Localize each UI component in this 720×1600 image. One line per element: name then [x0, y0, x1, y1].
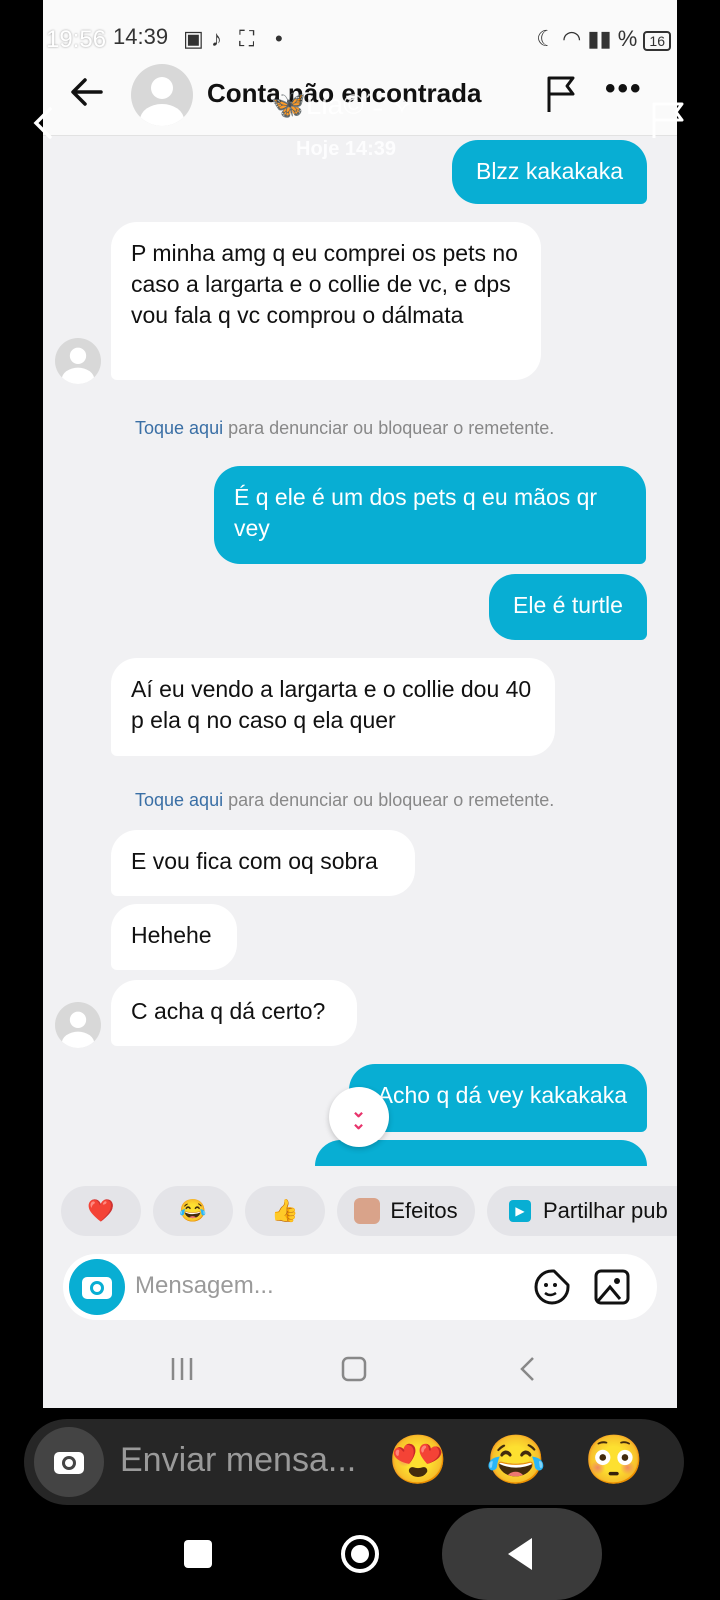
thumbs-up-icon: 👍 [271, 1198, 299, 1223]
circle-home-icon[interactable] [338, 1532, 382, 1576]
share-post-button[interactable]: ▶ Partilhar pub [487, 1186, 677, 1236]
laughing-emoji-icon: 😂 [179, 1198, 207, 1223]
sender-avatar[interactable] [55, 338, 101, 384]
thumbs-up-reaction-button[interactable]: 👍 [245, 1186, 325, 1236]
more-options-icon[interactable]: ••• [605, 72, 643, 106]
back-icon[interactable] [513, 1354, 543, 1384]
message-text: Ele é turtle [513, 592, 623, 618]
message-bubble-out[interactable]: Ele é turtle [489, 574, 647, 640]
effects-label: Efeitos [390, 1198, 458, 1223]
chat-header: Conta não encontrada 🦋Lia©ˊ˗ ✧ ••• [43, 58, 677, 136]
status-time-secondary: 14:39 [113, 24, 169, 49]
message-bubble-in[interactable]: E vou fica com oq sobra [111, 830, 415, 896]
overlay-date: Hoje 14:39 [296, 138, 397, 160]
sender-avatar[interactable] [55, 1002, 101, 1048]
default-avatar-icon [61, 1011, 95, 1048]
message-text: Aí eu vendo a largarta e o collie dou 40… [131, 676, 532, 733]
inner-navigation-bar [43, 1340, 677, 1408]
message-bubble-out[interactable]: É q ele é um dos pets q eu mãos qr vey [214, 466, 646, 564]
message-bubble-in[interactable]: C acha q dá certo? [111, 980, 357, 1046]
default-avatar-icon [140, 77, 184, 126]
camera-icon [82, 1277, 112, 1299]
report-link[interactable]: Toque aqui [135, 418, 223, 438]
message-text: É q ele é um dos pets q eu mãos qr vey [234, 484, 598, 541]
report-notice[interactable]: Toque aqui para denunciar ou bloquear o … [135, 418, 554, 439]
message-text: P minha amg q eu comprei os pets no caso… [131, 240, 518, 328]
status-time: 19:56 [46, 26, 107, 53]
battery-percent: % [617, 26, 638, 51]
recent-apps-icon[interactable] [167, 1354, 197, 1384]
message-bubble-in[interactable]: P minha amg q eu comprei os pets no caso… [111, 222, 541, 380]
wifi-icon: ◠ [562, 26, 582, 51]
message-text: Hehehe [131, 922, 212, 948]
double-chevron-down-icon: ⌄ ⌄ [351, 1101, 367, 1133]
camera-button[interactable] [69, 1259, 125, 1315]
message-composer [63, 1254, 657, 1320]
message-text: Blzz kakakaka [475, 158, 623, 184]
outer-flag-icon[interactable] [648, 100, 688, 140]
camera-icon [54, 1452, 84, 1474]
triangle-back-icon[interactable] [500, 1534, 540, 1574]
play-square-icon: ▶ [509, 1200, 531, 1222]
report-flag-icon[interactable] [543, 74, 579, 114]
outer-navigation-bar [0, 1508, 720, 1600]
report-notice[interactable]: Toque aqui para denunciar ou bloquear o … [135, 790, 554, 811]
gallery-icon[interactable] [593, 1268, 631, 1306]
message-bubble-out[interactable]: Acho q dá vey kakakaka [349, 1064, 647, 1132]
outer-message-input[interactable]: Enviar mensa... [120, 1441, 356, 1480]
message-bubble-in[interactable]: Aí eu vendo a largarta e o collie dou 40… [111, 658, 555, 756]
chat-screenshot: 14:39 ▣ ♪ ⛶ • ☾ ◠ ▮▮ % 16 19:56 Conta nã… [43, 0, 677, 1408]
default-avatar-icon [61, 347, 95, 384]
report-text: para denunciar ou bloquear o remetente. [223, 790, 555, 810]
message-text: Acho q dá vey kakakaka [377, 1082, 627, 1108]
outer-camera-button[interactable] [34, 1427, 104, 1497]
laugh-reaction-button[interactable]: 😂 [153, 1186, 233, 1236]
share-label: Partilhar pub [543, 1198, 668, 1223]
message-bubble-in[interactable]: Hehehe [111, 904, 237, 970]
square-nav-icon[interactable] [180, 1536, 216, 1572]
report-text: para denunciar ou bloquear o remetente. [223, 418, 555, 438]
effects-thumbnail-icon [354, 1198, 381, 1224]
notification-dot-icon: • [275, 26, 283, 51]
heart-reaction-button[interactable]: ❤️ [61, 1186, 141, 1236]
flushed-emoji-button[interactable]: 😳 [584, 1433, 644, 1489]
heart-eyes-emoji-button[interactable]: 😍 [388, 1433, 448, 1489]
incognito-notification-icon: ⛶ [239, 26, 255, 51]
battery-level: 16 [649, 33, 665, 49]
battery-icon: 16 [643, 31, 671, 51]
laughing-emoji-button[interactable]: 😂 [486, 1433, 546, 1489]
message-text: C acha q dá certo? [131, 998, 326, 1024]
overlay-contact-name: 🦋Lia©ˊ˗ ✧ [271, 89, 414, 120]
moon-icon: ☾ [536, 26, 556, 51]
contact-avatar[interactable] [131, 64, 193, 126]
outer-message-composer: Enviar mensa... 😍 😂 😳 [24, 1419, 684, 1505]
signal-icon: ▮▮ [587, 26, 612, 51]
heart-icon: ❤️ [87, 1198, 115, 1223]
message-text: E vou fica com oq sobra [131, 848, 378, 874]
message-bubble-out[interactable]: Blzz kakakaka [452, 140, 647, 204]
effects-button[interactable]: Efeitos [337, 1186, 475, 1236]
sticker-icon[interactable] [533, 1268, 571, 1306]
report-link[interactable]: Toque aqui [135, 790, 223, 810]
screen: 14:39 ▣ ♪ ⛶ • ☾ ◠ ▮▮ % 16 19:56 Conta nã… [0, 0, 720, 1600]
quick-reaction-bar: ❤️ 😂 👍 Efeitos ▶ Partilhar pub [43, 1166, 677, 1236]
message-input[interactable] [135, 1268, 515, 1304]
back-arrow-icon[interactable] [67, 72, 107, 112]
home-icon[interactable] [339, 1354, 369, 1384]
scroll-to-bottom-button[interactable]: ⌄ ⌄ [329, 1087, 389, 1147]
outer-back-chevron-icon[interactable] [30, 105, 56, 141]
status-right-icons: ☾ ◠ ▮▮ % 16 [536, 26, 671, 52]
gallery-notification-icon: ▣ [183, 26, 204, 51]
tiktok-notification-icon: ♪ [211, 26, 222, 51]
